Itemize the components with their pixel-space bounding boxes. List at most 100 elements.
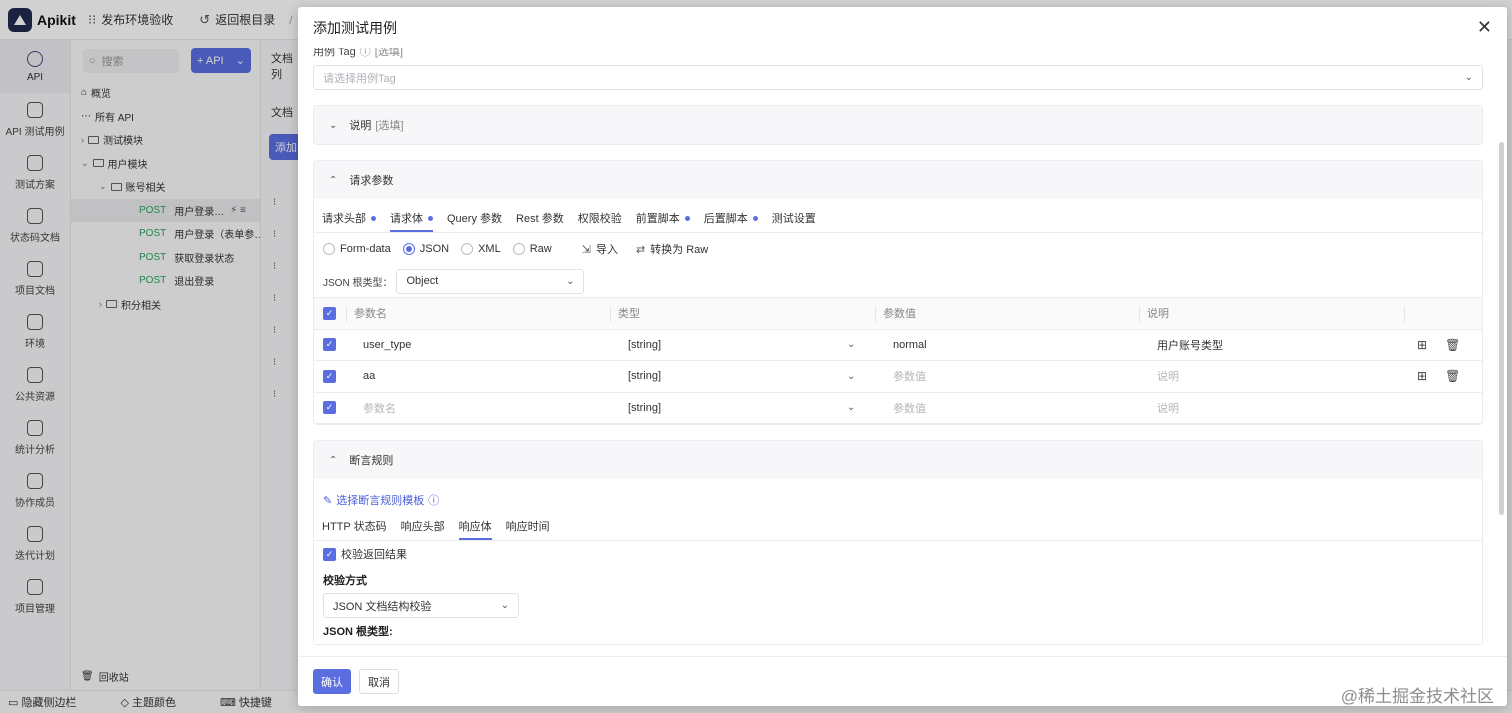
params-table: ✓ 参数名 类型 参数值 说明 ✓ user_type [string] ⌄ norma…	[314, 297, 1482, 424]
chevron-down-icon: ⌄	[847, 402, 856, 414]
info-icon: ⓘ	[359, 48, 371, 58]
watermark: @稀土掘金技术社区	[1340, 687, 1494, 706]
body-type-radio-xml[interactable]: XML	[461, 243, 501, 255]
modal-scrollbar[interactable]	[1499, 142, 1504, 515]
modified-dot	[684, 215, 690, 221]
chevron-down-icon: ⌄	[566, 275, 575, 287]
body-type-options: Form-data JSON XML Raw ⇲ 导入 ⇄ 转换为 Raw	[314, 233, 1482, 265]
chevron-down-icon: ⌄	[847, 339, 856, 351]
tab-request-0[interactable]: 请求头部	[322, 210, 376, 232]
tab-request-2[interactable]: Query 参数	[447, 210, 502, 232]
tag-label: 用例 Tag ⓘ [选填]	[313, 48, 1483, 58]
tab-label: 测试设置	[771, 213, 816, 225]
close-icon[interactable]: ✕	[1477, 17, 1492, 38]
assertion-section-header[interactable]: ⌃ 断言规则	[314, 441, 1482, 479]
cancel-button[interactable]: 取消	[359, 669, 399, 694]
modal-body: 用例 Tag ⓘ [选填] 请选择用例Tag ⌄ ⌄ 说明 [选填] ⌃ 请求参…	[313, 48, 1483, 658]
param-checkbox[interactable]: ✓	[323, 338, 336, 352]
import-button[interactable]: ⇲ 导入	[582, 241, 618, 257]
import-icon: ⇲	[581, 243, 591, 256]
param-row-actions: ⊞ 🗑	[1417, 338, 1478, 352]
description-section-header[interactable]: ⌄ 说明 [选填]	[314, 106, 1482, 144]
radio-icon	[512, 243, 525, 255]
chevron-down-icon: ⌄	[1464, 72, 1473, 83]
tab-label: 请求体	[390, 213, 423, 225]
param-row-actions: ⊞ 🗑	[1417, 369, 1478, 383]
add-child-icon[interactable]: ⊞	[1417, 338, 1427, 352]
verify-method-select[interactable]: JSON 文档结构校验 ⌄	[323, 593, 519, 618]
verify-method-label: 校验方式	[323, 575, 367, 587]
param-desc-input[interactable]: 用户账号类型	[1157, 337, 1223, 353]
param-value-input[interactable]: normal	[893, 339, 927, 351]
request-tabs: 请求头部 请求体 Query 参数 Rest 参数 权限校验 前置脚本 后置脚本 测试设置	[314, 199, 1482, 233]
param-desc-input[interactable]: 说明	[1157, 400, 1179, 416]
assert-root-type-label: JSON 根类型:	[323, 626, 393, 638]
param-name-input[interactable]: 参数名	[363, 400, 396, 416]
trash-icon[interactable]: 🗑	[1445, 369, 1460, 383]
chevron-up-icon: ⌃	[329, 174, 338, 186]
tab-label: 响应时间	[505, 521, 550, 533]
tab-label: Query 参数	[447, 213, 503, 225]
tab-label: 后置脚本	[703, 213, 748, 225]
radio-label: XML	[478, 243, 501, 255]
tag-select[interactable]: 请选择用例Tag ⌄	[313, 65, 1483, 90]
tab-assert-2[interactable]: 响应体	[458, 518, 492, 540]
trash-icon[interactable]: 🗑	[1445, 338, 1460, 352]
edit-icon: ✎	[323, 494, 333, 507]
tab-label: 响应头部	[400, 521, 445, 533]
radio-label: Raw	[529, 243, 552, 255]
param-type-select[interactable]: [string]	[628, 370, 661, 382]
convert-raw-button[interactable]: ⇄ 转换为 Raw	[636, 241, 708, 257]
tab-request-4[interactable]: 权限校验	[578, 210, 622, 232]
request-params-header[interactable]: ⌃ 请求参数	[314, 161, 1482, 199]
modal-footer: 确认 取消	[298, 656, 1507, 706]
radio-icon	[461, 243, 474, 255]
add-testcase-modal: 添加测试用例 ✕ 用例 Tag ⓘ [选填] 请选择用例Tag ⌄ ⌄ 说明 […	[298, 7, 1507, 706]
body-type-radio-raw[interactable]: Raw	[512, 243, 552, 255]
body-type-radio-json[interactable]: JSON	[402, 243, 449, 255]
param-type-select[interactable]: [string]	[628, 402, 661, 414]
select-all-checkbox[interactable]: ✓	[323, 306, 336, 320]
tab-assert-1[interactable]: 响应头部	[401, 518, 445, 540]
chevron-down-icon: ⌄	[500, 600, 509, 611]
param-desc-input[interactable]: 说明	[1157, 368, 1179, 384]
tab-request-7[interactable]: 测试设置	[772, 210, 816, 232]
chevron-down-icon: ⌄	[329, 119, 338, 131]
radio-icon	[402, 243, 415, 255]
json-root-type-row: JSON 根类型： Object ⌄	[314, 265, 1482, 297]
param-name-input[interactable]: aa	[363, 370, 375, 382]
param-row: ✓ aa [string] ⌄ 参数值 说明 ⊞ 🗑	[314, 361, 1482, 393]
param-checkbox[interactable]: ✓	[323, 401, 336, 415]
assertion-section: ⌃ 断言规则 ✎ 选择断言规则模板 ⓘ HTTP 状态码 响应头部 响应体 响应时间 …	[313, 440, 1483, 645]
param-value-input[interactable]: 参数值	[893, 368, 926, 384]
confirm-button[interactable]: 确认	[313, 669, 351, 694]
param-type-select[interactable]: [string]	[628, 339, 661, 351]
tab-assert-3[interactable]: 响应时间	[506, 518, 550, 540]
swap-icon: ⇄	[635, 243, 646, 256]
modified-dot	[428, 215, 433, 221]
body-type-radio-form-data[interactable]: Form-data	[323, 243, 391, 255]
chevron-down-icon: ⌄	[847, 370, 856, 382]
tab-label: 响应体	[458, 521, 492, 533]
chevron-up-icon: ⌃	[329, 454, 338, 466]
tab-assert-0[interactable]: HTTP 状态码	[322, 518, 387, 540]
verify-result-checkbox[interactable]: ✓ 校验返回结果	[314, 541, 1482, 567]
param-value-input[interactable]: 参数值	[893, 400, 926, 416]
param-checkbox[interactable]: ✓	[323, 369, 336, 383]
tab-request-5[interactable]: 前置脚本	[636, 210, 690, 232]
tab-request-6[interactable]: 后置脚本	[704, 210, 758, 232]
json-root-type-select[interactable]: Object ⌄	[396, 268, 585, 294]
description-section: ⌄ 说明 [选填]	[313, 105, 1483, 145]
info-icon: ⓘ	[428, 495, 440, 507]
modal-title: 添加测试用例	[313, 19, 397, 36]
add-child-icon[interactable]: ⊞	[1417, 369, 1427, 383]
tab-request-1[interactable]: 请求体	[390, 210, 433, 232]
tab-label: Rest 参数	[516, 213, 564, 225]
param-row: ✓ user_type [string] ⌄ normal 用户账号类型 ⊞ 🗑	[314, 330, 1482, 361]
modified-dot	[752, 215, 758, 221]
assertion-template-link[interactable]: ✎ 选择断言规则模板 ⓘ	[314, 487, 1482, 513]
param-row: ✓ 参数名 [string] ⌄ 参数值 说明	[314, 393, 1482, 424]
param-name-input[interactable]: user_type	[363, 339, 411, 351]
radio-label: Form-data	[340, 243, 391, 255]
tab-request-3[interactable]: Rest 参数	[516, 210, 564, 232]
